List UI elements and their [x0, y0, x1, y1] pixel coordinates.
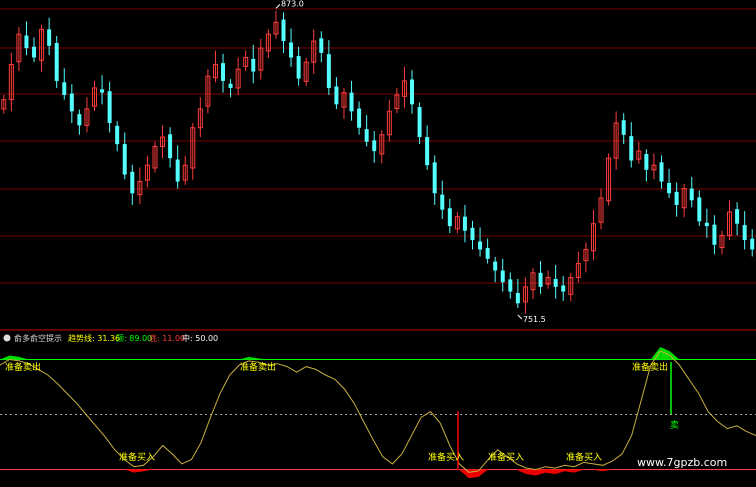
legend-item-1: 顶: 89.00 — [116, 334, 152, 343]
top-area-segment — [239, 356, 249, 360]
candle-body — [712, 224, 717, 245]
indicator-icon — [3, 334, 11, 342]
bottom-area-segment — [545, 469, 556, 475]
candle-body — [432, 162, 437, 194]
candle-body — [742, 225, 747, 241]
candle-body — [168, 134, 173, 159]
top-area-segment — [0, 355, 10, 360]
candle-body — [281, 19, 286, 42]
legend-item-3: 中: 50.00 — [182, 333, 218, 343]
candle-body — [470, 227, 475, 241]
signal-label-6: 准备买入 — [566, 451, 602, 463]
candle-body — [364, 129, 369, 142]
candle-body — [296, 56, 301, 79]
candle-body — [644, 153, 649, 170]
bottom-area-segment — [555, 469, 565, 475]
signal-label-5: 准备买入 — [488, 451, 524, 463]
candle-body — [221, 63, 226, 81]
candle-body — [175, 159, 180, 182]
candle-body — [251, 58, 256, 72]
candle-body — [130, 171, 135, 194]
candle-body — [515, 292, 520, 304]
candle-body — [629, 136, 634, 161]
candle-body — [500, 270, 505, 283]
candle-body — [357, 108, 362, 128]
candle-body — [621, 120, 626, 135]
bottom-area-segment — [526, 469, 536, 476]
candle-body — [553, 278, 558, 287]
top-area-segment — [669, 351, 680, 360]
candle-body — [62, 82, 67, 95]
candle-body — [447, 208, 452, 227]
candle-body — [334, 86, 339, 105]
chart-canvas: 873.0 751.5 俞多俞空提示 趋势线: 31.36顶: 89.00底: 11.… — [0, 0, 756, 479]
candle-body — [735, 209, 740, 224]
top-area-segment — [19, 356, 29, 360]
candle-body — [667, 182, 672, 194]
candle-body — [32, 46, 37, 58]
candle-body — [349, 92, 354, 112]
low-marker-label: 751.5 — [523, 315, 546, 324]
candle-body — [440, 194, 445, 210]
low-marker-line — [517, 314, 523, 320]
indicator-name: 俞多俞空提示 — [14, 333, 62, 343]
candle-body — [122, 144, 127, 175]
sell-signal-char: 卖 — [670, 420, 679, 431]
bottom-area-segment — [516, 469, 527, 475]
candle-body — [493, 261, 498, 271]
candle-body — [319, 38, 324, 53]
legend-item-2: 底: 11.00 — [149, 333, 185, 343]
candle-body — [417, 107, 422, 138]
signal-label-2: 准备卖出 — [632, 361, 668, 373]
candle-body — [704, 222, 709, 227]
candle-body — [689, 188, 694, 201]
bottom-area-segment — [535, 469, 546, 476]
candle-body — [561, 285, 566, 292]
candle-body — [410, 79, 415, 105]
legend-item-0: 趋势线: 31.36 — [68, 333, 120, 343]
watermark: www.7gpzb.com — [637, 456, 727, 469]
signal-label-1: 准备卖出 — [240, 361, 276, 373]
bottom-area-segment — [124, 469, 134, 473]
bottom-area-segment — [564, 469, 575, 473]
candle-body — [674, 191, 679, 205]
candles — [1, 10, 755, 314]
candle-body — [100, 89, 105, 93]
bottom-area-segment — [133, 469, 144, 473]
candle-body — [47, 29, 52, 46]
bottom-area-segment — [478, 469, 489, 477]
candle-body — [115, 125, 120, 145]
candle-body — [372, 140, 377, 152]
candle-body — [659, 162, 664, 182]
bottom-area-segment — [574, 469, 584, 473]
candle-body — [77, 114, 82, 126]
candle-body — [750, 238, 755, 250]
candle-body — [69, 93, 74, 112]
candle-body — [228, 83, 233, 88]
signal-label-3: 准备买入 — [119, 451, 155, 463]
high-marker-label: 873.0 — [281, 0, 304, 8]
candle-body — [289, 42, 294, 58]
signal-label-4: 准备买入 — [428, 451, 464, 463]
candle-body — [697, 197, 702, 222]
top-area-segment — [258, 358, 268, 360]
candle-body — [107, 91, 112, 124]
high-marker-line — [275, 3, 281, 9]
candle-body — [425, 137, 430, 166]
candle-body — [24, 35, 29, 49]
candle-body — [538, 272, 543, 287]
candle-body — [485, 248, 490, 259]
candle-body — [462, 216, 467, 231]
bottom-area-segment — [593, 469, 603, 472]
signal-label-0: 准备卖出 — [5, 361, 41, 373]
candle-body — [54, 42, 59, 81]
candle-body — [478, 241, 483, 250]
top-area-segment — [248, 356, 259, 360]
candle-body — [326, 54, 331, 88]
top-area-segment — [9, 355, 20, 360]
candle-body — [508, 279, 513, 292]
